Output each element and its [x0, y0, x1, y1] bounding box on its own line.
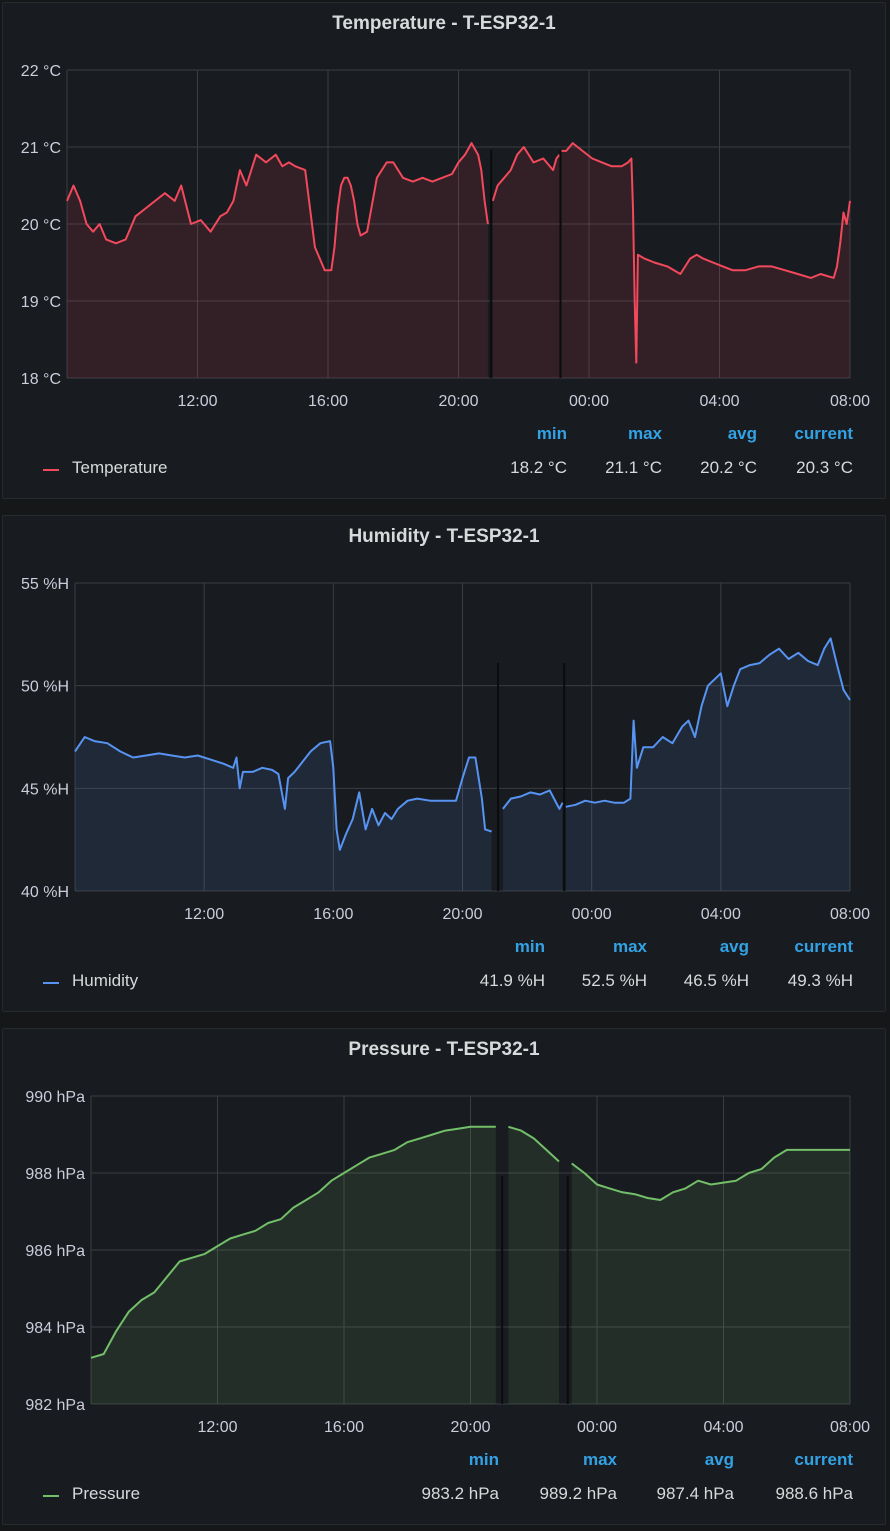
legend-header-current[interactable]: current [794, 937, 853, 957]
series-area [571, 1149, 850, 1404]
y-tick-label: 986 hPa [25, 1243, 85, 1260]
legend-header-min[interactable]: min [515, 937, 545, 957]
series-area [565, 638, 850, 891]
pressure-panel: Pressure - T-ESP32-1 982 hPa 984 hPa 986 h… [2, 1028, 886, 1525]
legend-swatch [43, 1495, 59, 1497]
series-area [492, 147, 560, 378]
series-area [508, 1126, 560, 1404]
x-tick-label: 00:00 [572, 906, 612, 923]
legend-value-min: 18.2 °C [510, 458, 567, 477]
legend-value-min: 41.9 %H [479, 971, 545, 990]
legend-series-name[interactable]: Humidity [72, 971, 138, 991]
x-tick-label: 16:00 [324, 1419, 364, 1436]
legend-swatch [43, 469, 59, 471]
series-area [502, 790, 563, 891]
y-tick-label: 984 hPa [25, 1320, 85, 1337]
temperature-panel: Temperature - T-ESP32-1 18 °C 19 °C 20 °C 2… [2, 2, 886, 499]
legend-header-avg[interactable]: avg [705, 1450, 734, 1470]
legend-header-max[interactable]: max [613, 937, 647, 957]
y-tick-label: 21 °C [21, 140, 61, 157]
legend-value-avg: 46.5 %H [683, 971, 749, 990]
y-tick-label: 19 °C [21, 294, 61, 311]
legend-value-current: 49.3 %H [787, 971, 853, 990]
x-tick-label: 20:00 [442, 906, 482, 923]
y-tick-label: 20 °C [21, 217, 61, 234]
x-tick-label: 20:00 [438, 393, 478, 410]
x-tick-label: 12:00 [177, 393, 217, 410]
series-area [91, 1126, 496, 1404]
temperature-chart[interactable]: 18 °C 19 °C 20 °C 21 °C 22 °C 12:00 16:00 20:00… [3, 3, 887, 423]
x-tick-label: 08:00 [830, 393, 870, 410]
legend-value-max: 21.1 °C [605, 458, 662, 477]
legend-header-current[interactable]: current [794, 1450, 853, 1470]
x-tick-label: 08:00 [830, 906, 870, 923]
legend-header-avg[interactable]: avg [728, 424, 757, 444]
y-tick-label: 988 hPa [25, 1166, 85, 1183]
legend-series-name[interactable]: Pressure [72, 1484, 140, 1504]
legend-header-max[interactable]: max [628, 424, 662, 444]
y-tick-label: 22 °C [21, 63, 61, 80]
x-tick-label: 00:00 [569, 393, 609, 410]
legend-header-max[interactable]: max [583, 1450, 617, 1470]
y-tick-label: 40 %H [21, 884, 69, 901]
legend-value-current: 988.6 hPa [775, 1484, 853, 1503]
x-tick-label: 04:00 [701, 906, 741, 923]
legend-value-min: 983.2 hPa [421, 1484, 499, 1503]
legend-header-min[interactable]: min [537, 424, 567, 444]
x-tick-label: 04:00 [703, 1419, 743, 1436]
legend-swatch [43, 982, 59, 984]
humidity-panel: Humidity - T-ESP32-1 40 %H 45 %H 50 %H 55 %… [2, 515, 886, 1012]
x-tick-label: 04:00 [699, 393, 739, 410]
legend-header-min[interactable]: min [469, 1450, 499, 1470]
x-tick-label: 08:00 [830, 1419, 870, 1436]
y-tick-label: 50 %H [21, 679, 69, 696]
legend-value-avg: 987.4 hPa [656, 1484, 734, 1503]
series-area [75, 737, 492, 891]
legend-value-max: 989.2 hPa [539, 1484, 617, 1503]
legend-header-current[interactable]: current [794, 424, 853, 444]
x-tick-label: 12:00 [197, 1419, 237, 1436]
humidity-chart[interactable]: 40 %H 45 %H 50 %H 55 %H 12:00 16:00 20:00 00:00… [3, 516, 887, 936]
y-tick-label: 45 %H [21, 781, 69, 798]
y-tick-label: 982 hPa [25, 1397, 85, 1414]
legend-value-current: 20.3 °C [796, 458, 853, 477]
legend-value-avg: 20.2 °C [700, 458, 757, 477]
legend-header-avg[interactable]: avg [720, 937, 749, 957]
y-tick-label: 18 °C [21, 371, 61, 388]
x-tick-label: 00:00 [577, 1419, 617, 1436]
legend-value-max: 52.5 %H [581, 971, 647, 990]
pressure-chart[interactable]: 982 hPa 984 hPa 986 hPa 988 hPa 990 hPa 12:00… [3, 1029, 887, 1449]
y-tick-label: 990 hPa [25, 1089, 85, 1106]
x-tick-label: 12:00 [184, 906, 224, 923]
y-tick-label: 55 %H [21, 576, 69, 593]
x-tick-label: 20:00 [450, 1419, 490, 1436]
x-tick-label: 16:00 [313, 906, 353, 923]
legend-series-name[interactable]: Temperature [72, 458, 167, 478]
x-tick-label: 16:00 [308, 393, 348, 410]
